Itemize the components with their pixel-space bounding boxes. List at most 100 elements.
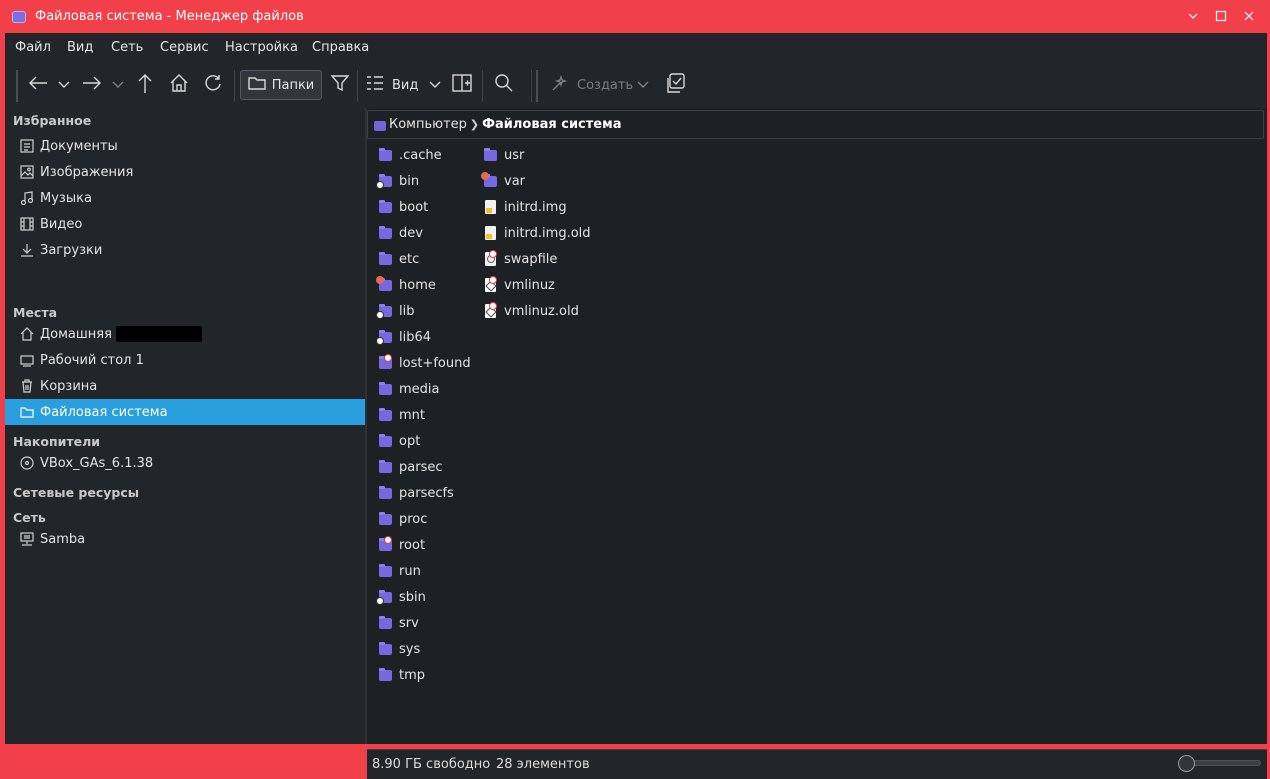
file-item[interactable]: vmlinuz bbox=[482, 272, 555, 298]
folders-panel-button[interactable]: Папки bbox=[240, 70, 322, 100]
menu-file[interactable]: Файл bbox=[15, 40, 51, 55]
sidebar-item-samba[interactable]: Samba bbox=[5, 526, 365, 552]
menu-settings[interactable]: Настройка bbox=[225, 40, 298, 55]
sidebar-item-video[interactable]: Видео bbox=[5, 211, 365, 237]
zoom-slider-handle[interactable] bbox=[1178, 755, 1195, 772]
sidebar-item-downloads[interactable]: Загрузки bbox=[5, 237, 365, 263]
file-item[interactable]: opt bbox=[377, 428, 420, 454]
sidebar-item-music[interactable]: Музыка bbox=[5, 185, 365, 211]
forward-history-dropdown[interactable] bbox=[111, 70, 125, 100]
file-name: opt bbox=[399, 433, 421, 449]
file-item[interactable]: .cache bbox=[377, 142, 442, 168]
file-item[interactable]: parsecfs bbox=[377, 480, 454, 506]
file-name: tmp bbox=[399, 667, 426, 683]
title-bar[interactable]: Файловая система - Менеджер файлов bbox=[0, 0, 1270, 33]
create-new-button[interactable]: Создать bbox=[551, 70, 634, 100]
file-item[interactable]: sbin bbox=[376, 584, 426, 610]
section-network-resources: Сетевые ресурсы bbox=[13, 485, 140, 500]
toolbar-grip[interactable] bbox=[16, 70, 18, 102]
file-item[interactable]: usr bbox=[482, 142, 524, 168]
forward-button[interactable] bbox=[79, 70, 105, 100]
arrow-left-icon bbox=[27, 75, 49, 95]
menu-network[interactable]: Сеть bbox=[111, 40, 143, 55]
view-mode-dropdown[interactable] bbox=[427, 70, 443, 100]
file-item[interactable]: sys bbox=[377, 636, 420, 662]
file-name: initrd.img bbox=[504, 199, 567, 215]
create-label: Создать bbox=[577, 77, 634, 93]
file-item[interactable]: bin bbox=[376, 168, 419, 194]
document-icon bbox=[19, 138, 35, 154]
sidebar-item-trash[interactable]: Корзина bbox=[5, 373, 365, 399]
toolbar-grip[interactable] bbox=[536, 70, 538, 102]
home-icon bbox=[19, 326, 35, 342]
reload-button[interactable] bbox=[201, 70, 225, 100]
file-item[interactable]: root bbox=[377, 532, 425, 558]
file-item[interactable]: parsec bbox=[377, 454, 442, 480]
view-mode-button[interactable]: Вид bbox=[366, 70, 418, 100]
download-icon bbox=[19, 242, 35, 258]
up-button[interactable] bbox=[133, 70, 157, 100]
folder-icon bbox=[19, 404, 35, 420]
breadcrumb[interactable]: Компьютер ❯ Файловая система bbox=[367, 110, 1264, 139]
file-item[interactable]: boot bbox=[377, 194, 428, 220]
file-item[interactable]: tmp bbox=[377, 662, 425, 688]
file-item[interactable]: lib64 bbox=[376, 324, 431, 350]
sidebar-item-filesystem[interactable]: Файловая система bbox=[5, 399, 365, 425]
file-item[interactable]: swapfile bbox=[482, 246, 557, 272]
file-name: dev bbox=[399, 225, 423, 241]
sidebar-item-desktop[interactable]: Рабочий стол 1 bbox=[5, 347, 365, 373]
minimize-button[interactable] bbox=[1185, 8, 1201, 24]
menu-service[interactable]: Сервис bbox=[160, 40, 209, 55]
file-item[interactable]: mnt bbox=[377, 402, 425, 428]
app-icon bbox=[12, 11, 26, 23]
sidebar-item-label: Загрузки bbox=[40, 242, 103, 258]
home-button[interactable] bbox=[167, 70, 191, 100]
menu-view[interactable]: Вид bbox=[67, 40, 93, 55]
close-button[interactable] bbox=[1241, 8, 1257, 24]
filter-button[interactable] bbox=[329, 70, 351, 100]
folder-icon bbox=[376, 329, 393, 345]
sidebar-item-label: Изображения bbox=[40, 164, 134, 180]
file-name: vmlinuz bbox=[504, 277, 555, 293]
file-item[interactable]: media bbox=[377, 376, 440, 402]
file-item[interactable]: srv bbox=[377, 610, 419, 636]
file-name: initrd.img.old bbox=[504, 225, 591, 241]
file-item[interactable]: initrd.img.old bbox=[482, 220, 591, 246]
back-history-dropdown[interactable] bbox=[57, 70, 71, 100]
breadcrumb-current[interactable]: Файловая система bbox=[482, 117, 621, 132]
file-name: sbin bbox=[399, 589, 426, 605]
folder-icon bbox=[374, 120, 386, 131]
back-button[interactable] bbox=[25, 70, 51, 100]
file-item[interactable]: vmlinuz.old bbox=[482, 298, 579, 324]
sidebar-item-images[interactable]: Изображения bbox=[5, 159, 365, 185]
breadcrumb-parent[interactable]: Компьютер bbox=[389, 117, 467, 132]
sidebar-item-documents[interactable]: Документы bbox=[5, 133, 365, 159]
file-item[interactable]: proc bbox=[377, 506, 427, 532]
file-item[interactable]: lib bbox=[376, 298, 414, 324]
places-sidebar: Избранное Документы Изображения Музыка В… bbox=[5, 108, 365, 744]
sidebar-item-vbox-gas[interactable]: VBox_GAs_6.1.38 bbox=[5, 450, 365, 476]
search-button[interactable] bbox=[492, 70, 516, 100]
menu-help[interactable]: Справка bbox=[312, 40, 369, 55]
file-item[interactable]: home bbox=[376, 272, 436, 298]
items-count-label: 28 элементов bbox=[496, 757, 590, 772]
file-name: boot bbox=[399, 199, 429, 215]
file-name: media bbox=[399, 381, 440, 397]
sidebar-item-label: VBox_GAs_6.1.38 bbox=[40, 455, 154, 471]
sidebar-item-label: Видео bbox=[40, 216, 83, 232]
checkbox-copy-icon bbox=[665, 73, 685, 97]
create-new-dropdown[interactable] bbox=[636, 70, 650, 100]
folder-icon bbox=[377, 615, 393, 631]
split-view-button[interactable] bbox=[451, 70, 473, 100]
maximize-button[interactable] bbox=[1213, 8, 1229, 24]
network-share-icon bbox=[19, 531, 35, 547]
file-item[interactable]: initrd.img bbox=[482, 194, 567, 220]
select-mode-button[interactable] bbox=[663, 70, 687, 100]
file-item[interactable]: run bbox=[377, 558, 421, 584]
file-item[interactable]: var bbox=[481, 168, 525, 194]
file-item[interactable]: lost+found bbox=[377, 350, 471, 376]
file-item[interactable]: dev bbox=[377, 220, 423, 246]
arrow-right-icon bbox=[81, 75, 103, 95]
file-item[interactable]: etc bbox=[377, 246, 419, 272]
sidebar-item-home[interactable]: Домашняя bbox=[5, 321, 365, 347]
